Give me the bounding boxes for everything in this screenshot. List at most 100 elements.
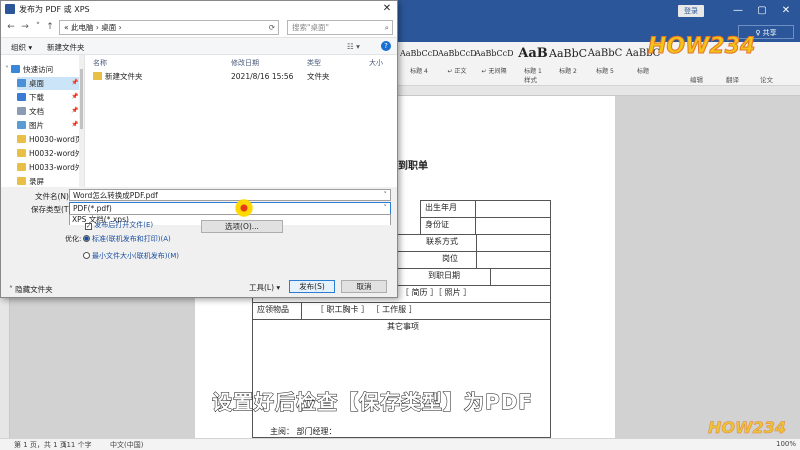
page-count[interactable]: 第 1 页，共 1 页 [14, 440, 67, 450]
sign-in-button[interactable]: 登录 [678, 5, 704, 17]
chevron-down-icon[interactable]: ˅ [384, 190, 388, 200]
folder-icon [17, 149, 26, 157]
cell-other: 其它事项 [252, 319, 551, 438]
new-folder-button[interactable]: 新建文件夹 [47, 42, 85, 53]
file-type: 文件夹 [307, 72, 330, 81]
maximize-icon[interactable]: ▢ [754, 3, 770, 19]
optimize-label: 优化: [65, 235, 82, 243]
close-icon[interactable]: ✕ [379, 2, 395, 16]
save-type-label: 保存类型(T): [31, 205, 74, 214]
style-sample: AaBbC [587, 48, 623, 59]
radio-selected-icon[interactable] [83, 235, 90, 242]
scrollbar-thumb[interactable] [80, 69, 83, 129]
language-status[interactable]: 中文(中国) [110, 440, 143, 450]
minimize-icon[interactable]: — [730, 3, 746, 19]
view-options-icon[interactable]: ☷ ▾ [347, 42, 360, 51]
back-arrow-icon[interactable]: ← [5, 20, 17, 34]
nav-label: 图片 [29, 121, 44, 130]
checkbox-checked-icon[interactable]: ✓ [85, 223, 92, 230]
word-app-icon [5, 4, 15, 14]
column-date[interactable]: 修改日期 [231, 58, 259, 68]
hide-folders-toggle[interactable]: ˄ 隐藏文件夹 [9, 284, 53, 295]
nav-documents[interactable]: 文档 [17, 105, 44, 118]
desktop-icon [17, 79, 26, 87]
column-type[interactable]: 类型 [307, 58, 321, 68]
dialog-fields: 文件名(N): Word怎么转换成PDF.pdf ˅ 保存类型(T): PDF(… [1, 187, 397, 297]
nav-folder-h0030[interactable]: H0030-word页... [17, 133, 84, 146]
address-bar[interactable]: « 此电脑 › 桌面 › ⟳ [59, 20, 279, 35]
search-placeholder: 搜索"桌面" [292, 23, 329, 32]
zoom-level[interactable]: 100% [776, 440, 796, 448]
watermark-logo: HOW234 [647, 34, 756, 60]
address-row: ← → ˅ ↑ « 此电脑 › 桌面 › ⟳ 搜索"桌面" ⌕ [1, 17, 397, 37]
nav-folder-h0033[interactable]: H0033-word外... [17, 161, 85, 174]
nav-folder-h0032[interactable]: H0032-word外... [17, 147, 85, 160]
radio-min-label: 最小文件大小(联机发布)(M) [92, 252, 179, 260]
publish-button[interactable]: 发布(S) [289, 280, 335, 293]
search-icon: ⌕ [384, 23, 389, 32]
expand-chevron-icon[interactable]: ˅ [5, 65, 9, 74]
pin-icon: 📌 [71, 93, 79, 100]
column-name[interactable]: 名称 [93, 58, 107, 68]
download-icon [17, 93, 26, 101]
horizontal-ruler [397, 86, 800, 96]
style-no-spacing[interactable]: AaBbCcD ↵ 无间隔 [475, 42, 513, 80]
dialog-title-bar: 发布为 PDF 或 XPS ✕ [1, 1, 397, 17]
nav-folder-recordings[interactable]: 录屏 [17, 175, 44, 187]
up-arrow-icon[interactable]: ↑ [44, 20, 56, 34]
watermark-logo: HOW234 [708, 418, 787, 438]
folder-icon [17, 177, 26, 185]
style-heading-4[interactable]: AaBbCcD 标题 4 [400, 42, 438, 80]
tools-menu[interactable]: 工具(L) ▾ [249, 282, 280, 293]
picture-icon [17, 121, 26, 129]
nav-label: 文档 [29, 107, 44, 116]
nav-label: 桌面 [29, 79, 44, 88]
search-input[interactable]: 搜索"桌面" ⌕ [287, 20, 393, 35]
column-size[interactable]: 大小 [369, 58, 383, 68]
style-normal[interactable]: AaBbCcD ↵ 正文 [438, 42, 476, 80]
recent-chevron-icon[interactable]: ˅ [32, 20, 44, 34]
nav-label: 录屏 [29, 177, 44, 186]
style-heading-5[interactable]: AaBbC 标题 5 [586, 42, 624, 80]
cell-contact-label: 联系方式 [385, 234, 477, 252]
help-icon[interactable]: ? [381, 41, 391, 51]
options-button[interactable]: 选项(O)... [201, 220, 283, 233]
nav-pictures[interactable]: 图片 [17, 119, 44, 132]
filename-value: Word怎么转换成PDF.pdf [73, 191, 158, 200]
nav-label: H0032-word外... [29, 149, 85, 158]
table-cell [476, 251, 551, 269]
nav-quick-access[interactable]: ˅ 快速访问 [5, 63, 53, 76]
word-count[interactable]: 111 个字 [62, 440, 92, 450]
style-sample: AaBbCcD [400, 49, 438, 58]
style-name: 标题 2 [559, 68, 577, 75]
cancel-button[interactable]: 取消 [341, 280, 387, 293]
file-date: 2021/8/16 15:56 [231, 72, 294, 81]
organize-menu[interactable]: 组织 ▾ [11, 42, 32, 53]
radio-unselected-icon[interactable] [83, 252, 90, 259]
open-after-label: 发布后打开文件(E) [94, 221, 154, 229]
video-subtitle: 设置好后检查【保存类型】为PDF [212, 390, 533, 415]
nav-scrollbar[interactable] [79, 55, 84, 187]
document-icon [17, 107, 26, 115]
filename-input[interactable]: Word怎么转换成PDF.pdf ˅ [69, 189, 391, 201]
style-sample: AaBbC [549, 47, 587, 60]
status-bar: 第 1 页，共 1 页 111 个字 中文(中国) 100% [0, 438, 800, 450]
group-label-paper: 论文 [760, 76, 773, 84]
style-name: 标题 4 [410, 68, 428, 75]
open-after-publish-checkbox[interactable]: ✓ 发布后打开文件(E) [85, 220, 153, 230]
style-sample: AaBbCcD [475, 49, 513, 58]
chevron-down-icon[interactable]: ˅ [384, 203, 388, 214]
tools-label: 工具(L) [249, 283, 275, 292]
radio-standard[interactable]: 标准(联机发布和打印)(A) [83, 234, 171, 244]
style-heading-2[interactable]: AaBbC 标题 2 [549, 42, 587, 80]
refresh-icon[interactable]: ⟳ [269, 21, 275, 34]
table-cell [475, 200, 551, 218]
forward-arrow-icon[interactable]: → [19, 20, 31, 34]
style-sample: AaB [518, 46, 548, 61]
pin-icon: 📌 [71, 107, 79, 114]
close-window-icon[interactable]: ✕ [778, 3, 794, 19]
file-row[interactable]: 新建文件夹 2021/8/16 15:56 文件夹 [93, 71, 393, 83]
nav-downloads[interactable]: 下载 [17, 91, 44, 104]
radio-min-size[interactable]: 最小文件大小(联机发布)(M) [83, 251, 179, 261]
nav-label: H0033-word外... [29, 163, 85, 172]
